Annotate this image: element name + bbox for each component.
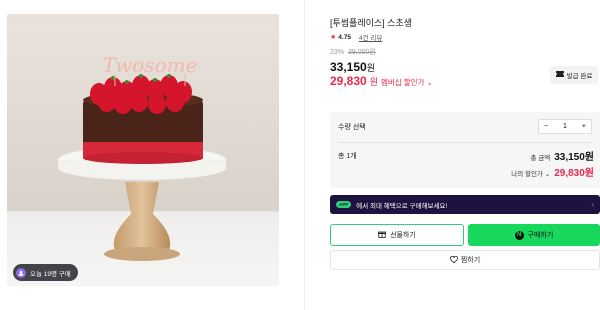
total-price-label: 총 금액: [530, 155, 551, 162]
total-price-value: 33,150원: [554, 152, 594, 163]
my-discount-row[interactable]: 나의 할인가 ⌄ 29,830원: [511, 164, 594, 179]
product-title: [투썸플레이스] 스초생: [330, 18, 413, 28]
cake-illustration: Twosome: [7, 14, 279, 286]
rating-score: 4.75: [338, 33, 351, 41]
rating-row: ★ 4.75 4건 리뷰: [330, 32, 382, 43]
minus-button[interactable]: −: [544, 123, 548, 130]
reviews-link[interactable]: 4건 리뷰: [359, 32, 382, 42]
coupon-icon: [555, 71, 564, 79]
discount-rate: 23%: [330, 49, 345, 56]
quantity-count: 총 1개: [338, 153, 357, 160]
wishlist-button[interactable]: 찜하기: [330, 250, 600, 270]
heart-icon: [449, 255, 458, 265]
purchase-count-badge: 오늘 19명 구매: [13, 264, 78, 281]
quantity-stepper[interactable]: − 1 +: [538, 119, 592, 134]
sale-price: 33,150원: [330, 60, 375, 74]
original-price-row: 23% 39,000원: [330, 47, 376, 57]
gift-label: 선물하기: [390, 232, 416, 239]
wishlist-label: 찜하기: [460, 257, 481, 264]
gift-icon: [378, 230, 387, 240]
coupon-label: 발급 완료: [566, 73, 593, 80]
app-promo-banner[interactable]: APP 에서 최대 혜택으로 구매해보세요! ›: [330, 195, 600, 214]
coupon-issued-button[interactable]: 발급 완료: [550, 66, 598, 84]
app-tag: APP: [336, 201, 352, 208]
plus-button[interactable]: +: [582, 123, 586, 130]
sale-price-unit: 원: [366, 63, 375, 73]
sale-price-value: 33,150: [330, 60, 367, 74]
quantity-option-box: 수량 선택 − 1 + 총 1개 총 금액 33,150원 나의 할인가 ⌄ 2…: [330, 112, 600, 188]
product-image[interactable]: Twosome: [7, 14, 279, 286]
user-icon: [16, 267, 26, 278]
promo-text: 에서 최대 혜택으로 구매해보세요!: [356, 202, 448, 210]
option-header: 수량 선택: [338, 124, 366, 131]
total-price-row: 총 금액 33,150원: [530, 148, 594, 163]
original-price: 39,000원: [347, 49, 376, 56]
quantity-value: 1: [563, 123, 567, 130]
gift-button[interactable]: 선물하기: [330, 224, 464, 246]
my-discount-label[interactable]: 나의 할인가 ⌄: [511, 168, 550, 178]
buy-label: 구매하기: [527, 232, 554, 239]
product-gallery: Twosome 오늘 19명 구매: [0, 0, 305, 310]
buy-button[interactable]: N 구매하기: [468, 224, 600, 246]
member-price-unit: 원: [369, 77, 378, 87]
member-price-row[interactable]: 29,830 원 멤버십 할인가 ⌄: [330, 74, 433, 88]
buy-icon: N: [514, 230, 524, 240]
product-info: [투썸플레이스] 스초생 ★ 4.75 4건 리뷰 23% 39,000원 33…: [330, 0, 600, 310]
member-price-value: 29,830: [330, 74, 367, 88]
cake-topper-text: Twosome: [103, 53, 198, 77]
purchase-count-text: 오늘 19명 구매: [30, 270, 71, 278]
chevron-right-icon: ›: [591, 200, 594, 209]
option-divider: [338, 142, 592, 143]
my-discount-value: 29,830원: [554, 168, 594, 179]
member-price-label[interactable]: 멤버십 할인가 ⌄: [381, 77, 433, 88]
star-icon: ★: [330, 34, 337, 41]
